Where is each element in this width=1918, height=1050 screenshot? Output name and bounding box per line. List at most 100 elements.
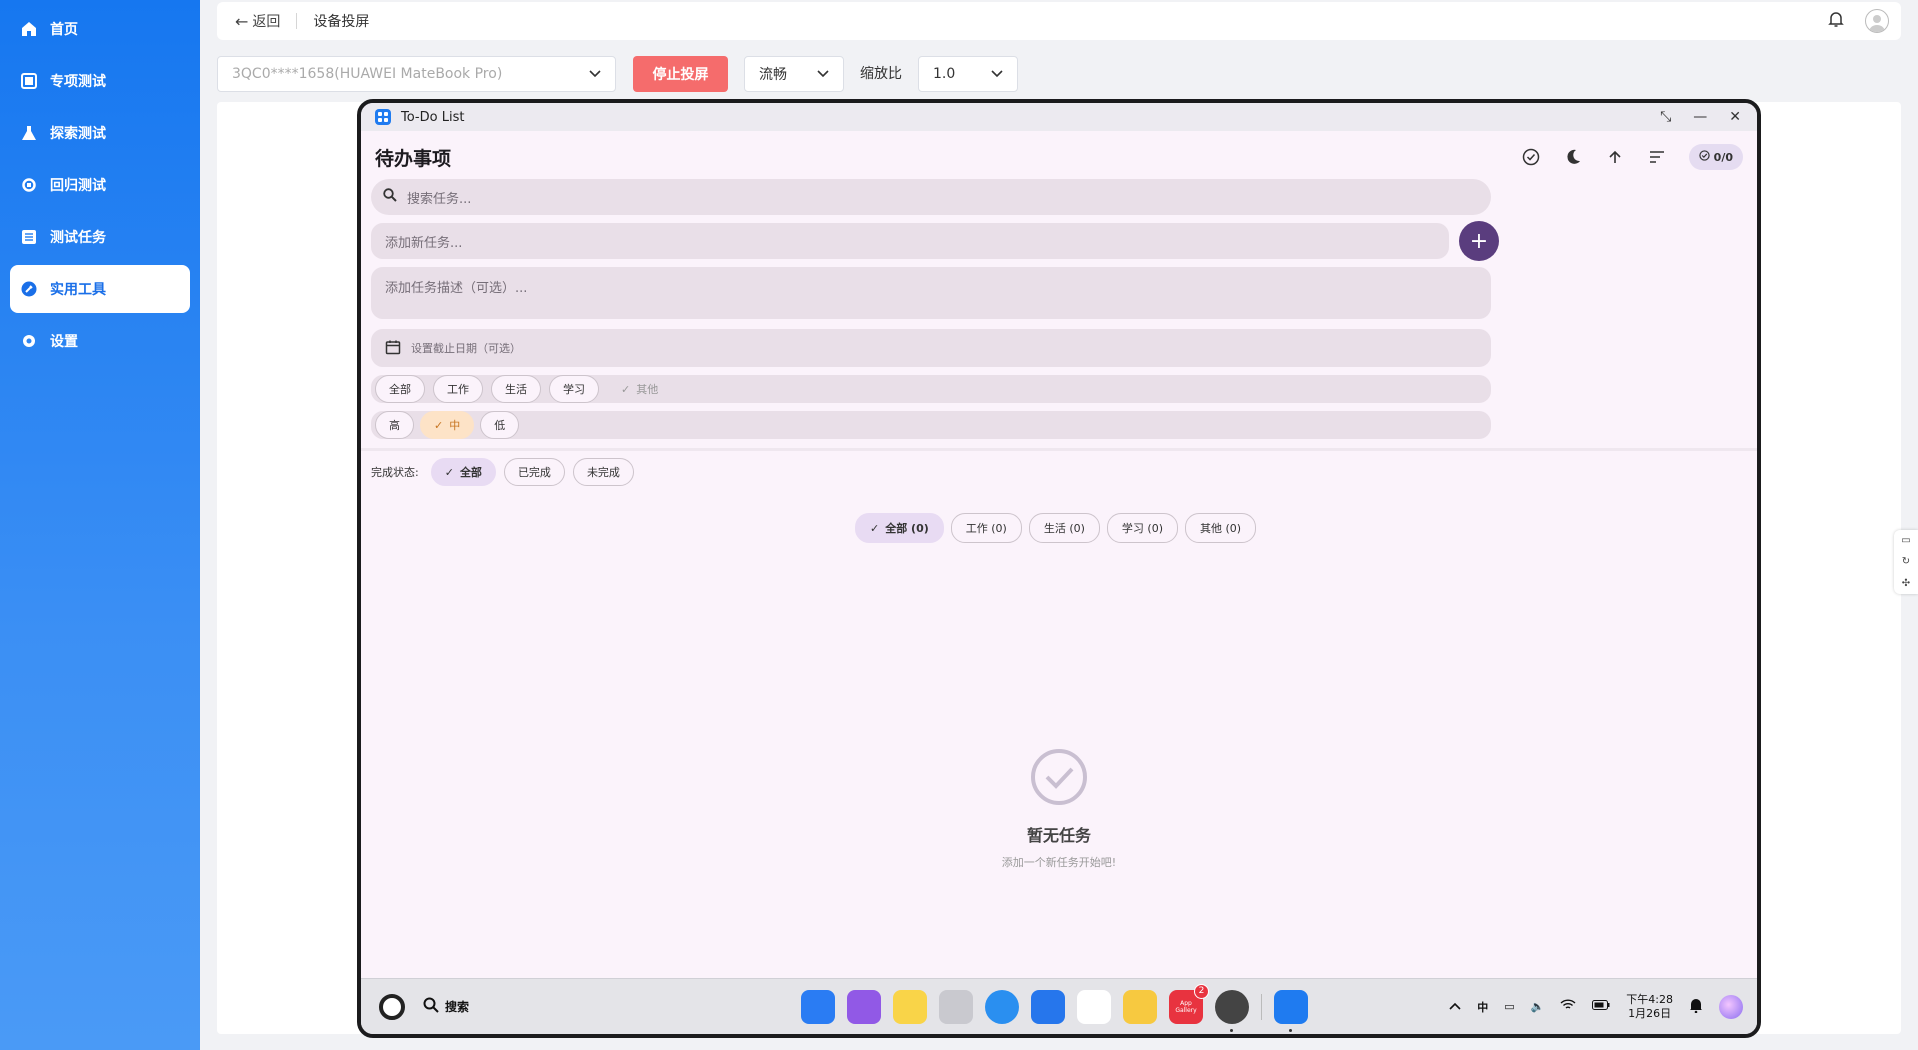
move-icon[interactable]: ✣ xyxy=(1902,578,1910,589)
scale-label: 缩放比 xyxy=(860,66,902,82)
refresh-icon[interactable]: ↻ xyxy=(1902,556,1910,567)
tab-all[interactable]: ✓ 全部 (0) xyxy=(855,513,944,543)
gallery-icon[interactable] xyxy=(1077,989,1111,1024)
refresh-icon xyxy=(20,176,38,194)
todo-app-icon[interactable] xyxy=(1274,989,1308,1032)
chevron-down-icon xyxy=(589,66,601,82)
browser-icon[interactable] xyxy=(985,989,1019,1024)
notes-icon[interactable] xyxy=(1123,989,1157,1024)
sidebar-item-test-tasks[interactable]: 测试任务 xyxy=(10,213,190,261)
search-icon xyxy=(423,997,439,1016)
category-chip-work[interactable]: 工作 xyxy=(433,375,483,403)
avatar[interactable] xyxy=(1865,9,1889,33)
category-chip-study[interactable]: 学习 xyxy=(549,375,599,403)
sort-icon[interactable] xyxy=(1647,147,1667,167)
divider xyxy=(1261,993,1262,1020)
device-select[interactable]: 3QC0****1658(HUAWEI MateBook Pro) xyxy=(217,56,616,92)
tab-work[interactable]: 工作 (0) xyxy=(950,513,1022,543)
search-icon xyxy=(383,188,397,206)
check-circle-icon[interactable] xyxy=(1521,147,1541,167)
battery-icon[interactable] xyxy=(1592,1000,1610,1013)
start-icon[interactable] xyxy=(379,993,405,1020)
clipboard-icon[interactable]: ▭ xyxy=(1504,1000,1514,1013)
add-task-button[interactable]: + xyxy=(1459,221,1499,261)
tab-life[interactable]: 生活 (0) xyxy=(1028,513,1100,543)
window-titlebar: To-Do List ⤡ — ✕ xyxy=(361,103,1757,131)
search-placeholder: 搜索任务... xyxy=(407,191,472,207)
sidebar-item-label: 测试任务 xyxy=(50,230,106,246)
category-chip-life[interactable]: 生活 xyxy=(491,375,541,403)
sidebar-item-regression-test[interactable]: 回归测试 xyxy=(10,161,190,209)
settings-gear-icon[interactable] xyxy=(1215,989,1249,1032)
sidebar-item-label: 回归测试 xyxy=(50,178,106,194)
sidebar-item-settings[interactable]: 设置 xyxy=(10,317,190,365)
quality-select[interactable]: 流畅 xyxy=(744,56,844,92)
top-bar: ← 返回 设备投屏 xyxy=(217,2,1901,40)
stop-cast-button[interactable]: 停止投屏 xyxy=(633,56,728,92)
restore-icon[interactable]: ⤡ xyxy=(1660,109,1671,125)
notification-bell-icon[interactable] xyxy=(1689,997,1703,1016)
sidebar-item-special-test[interactable]: 专项测试 xyxy=(10,57,190,105)
new-task-input[interactable]: 添加新任务... xyxy=(371,223,1449,259)
search-input[interactable]: 搜索任务... xyxy=(371,179,1491,215)
sidebar-item-label: 设置 xyxy=(50,334,78,350)
status-chip-all[interactable]: ✓ 全部 xyxy=(430,458,496,486)
chevron-up-icon[interactable] xyxy=(1449,1000,1461,1013)
appgallery-icon[interactable]: App Gallery 2 xyxy=(1169,983,1209,1024)
comment-icon[interactable]: ▭ xyxy=(1901,535,1910,546)
priority-chip-high[interactable]: 高 xyxy=(375,411,414,439)
app-grid-icon xyxy=(375,109,391,125)
device-screen[interactable]: To-Do List ⤡ — ✕ 待办事项 0/0 搜索任务... 添加新任务.… xyxy=(357,99,1761,1038)
wifi-icon[interactable] xyxy=(1560,999,1576,1014)
running-dot xyxy=(1289,1028,1292,1032)
minimize-icon[interactable]: — xyxy=(1693,109,1707,125)
scale-select[interactable]: 1.0 xyxy=(918,56,1018,92)
multitask-icon[interactable] xyxy=(847,989,881,1024)
divider xyxy=(296,13,298,29)
tab-study[interactable]: 学习 (0) xyxy=(1106,513,1178,543)
priority-chip-low[interactable]: 低 xyxy=(480,411,520,439)
taskbar-search-label: 搜索 xyxy=(445,1000,470,1014)
due-date-input[interactable]: 设置截止日期（可选） xyxy=(371,329,1491,367)
moon-icon[interactable] xyxy=(1563,147,1583,167)
clock[interactable]: 下午4:28 1月26日 xyxy=(1626,993,1673,1021)
priority-chip-medium[interactable]: ✓ 中 xyxy=(420,411,475,439)
sidebar-item-home[interactable]: 首页 xyxy=(10,5,190,53)
files-icon[interactable] xyxy=(893,989,927,1024)
clock-time: 下午4:28 xyxy=(1626,992,1673,1006)
count-value: 0/0 xyxy=(1713,150,1733,164)
due-date-placeholder: 设置截止日期（可选） xyxy=(411,342,521,355)
assistant-icon[interactable] xyxy=(1719,994,1743,1019)
description-input[interactable]: 添加任务描述（可选）... xyxy=(371,267,1491,319)
bell-icon[interactable] xyxy=(1827,10,1845,32)
check-circle-icon xyxy=(1698,150,1710,164)
divider xyxy=(361,448,1757,451)
taskbar-search[interactable]: 搜索 xyxy=(423,997,469,1016)
sidebar-item-utilities[interactable]: 实用工具 xyxy=(10,265,190,313)
description-placeholder: 添加任务描述（可选）... xyxy=(385,281,528,296)
close-icon[interactable]: ✕ xyxy=(1729,109,1741,125)
wrench-icon xyxy=(20,280,38,298)
launcher-icon[interactable] xyxy=(801,989,835,1024)
back-label: 返回 xyxy=(252,14,281,30)
volume-icon[interactable]: 🔈 xyxy=(1531,1000,1545,1013)
trash-icon[interactable] xyxy=(939,989,973,1024)
chip-label: 全部 xyxy=(459,466,482,479)
category-chip-other[interactable]: ✓ 其他 xyxy=(607,375,672,403)
sidebar-item-explore-test[interactable]: 探索测试 xyxy=(10,109,190,157)
mail-icon[interactable] xyxy=(1031,989,1065,1024)
flask-icon xyxy=(20,124,38,142)
ime-indicator[interactable]: 中 xyxy=(1477,999,1488,1015)
sidebar-item-label: 首页 xyxy=(50,22,78,38)
status-chip-incomplete[interactable]: 未完成 xyxy=(572,458,634,486)
tab-other[interactable]: 其他 (0) xyxy=(1185,513,1257,543)
arrow-up-icon[interactable] xyxy=(1605,147,1625,167)
taskbar: 搜索 App Gallery 2 中 ▭ 🔈 下午4:28 1月26日 xyxy=(361,978,1757,1034)
chip-label: 其他 xyxy=(636,383,659,396)
device-select-value: 3QC0****1658(HUAWEI MateBook Pro) xyxy=(232,66,503,82)
tab-label: 全部 (0) xyxy=(885,522,929,535)
app-title: 待办事项 xyxy=(375,147,452,170)
back-button[interactable]: ← 返回 xyxy=(235,11,280,31)
category-chip-all[interactable]: 全部 xyxy=(375,375,425,403)
status-chip-completed[interactable]: 已完成 xyxy=(503,458,565,486)
